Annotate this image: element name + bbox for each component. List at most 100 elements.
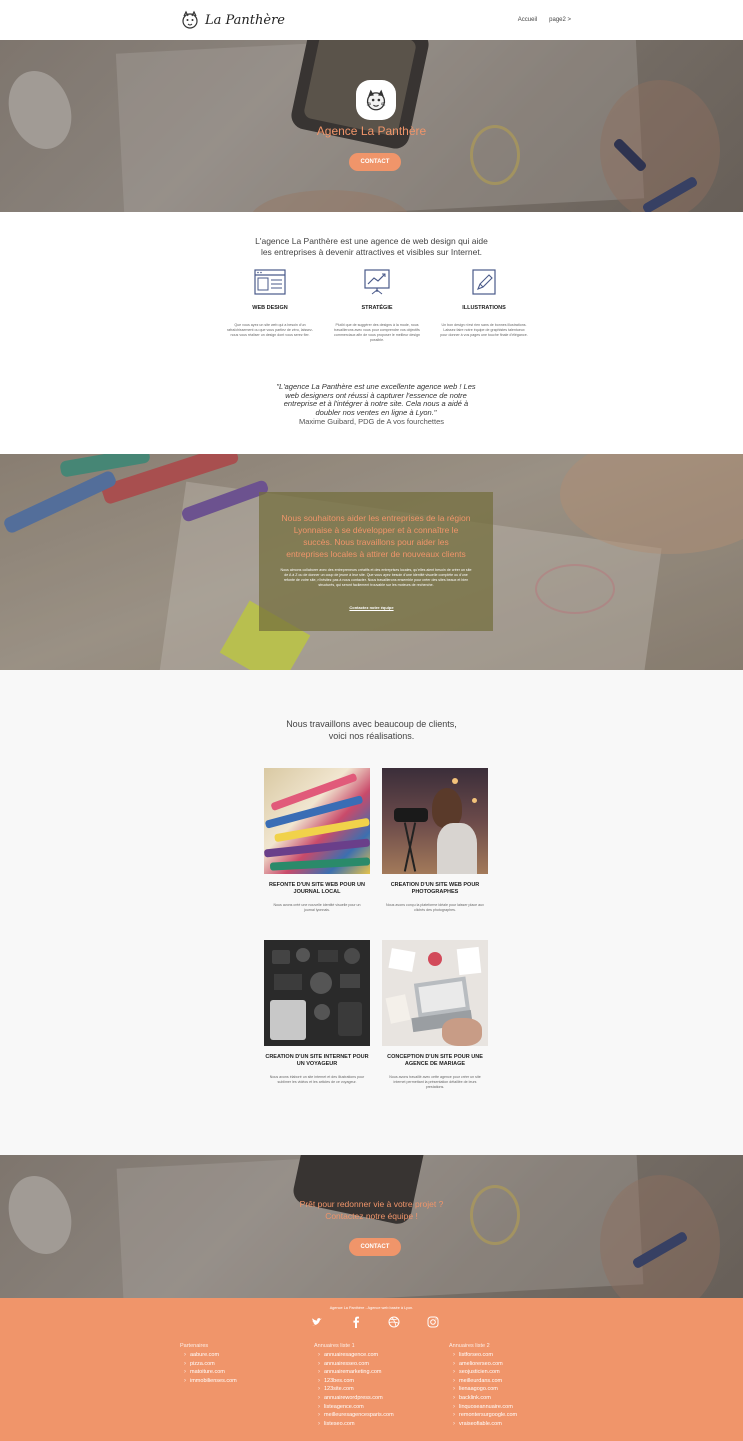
pencil-icon — [472, 269, 496, 295]
footer-link[interactable]: annuairesseo.com — [314, 1360, 394, 1369]
nav-link-page2[interactable]: page2 > — [549, 17, 571, 23]
service-strategie: STRATÉGIE Plutôt que de suggérer des des… — [329, 268, 425, 343]
panther-logo-icon — [182, 10, 198, 29]
mission-title-line: Nous souhaitons aider les entreprises de… — [281, 513, 471, 523]
quote-line: doubler nos ventes en ligne à Lyon." — [315, 407, 437, 417]
cta-title-line: Prêt pour redonner vie à votre projet ? — [299, 1199, 444, 1209]
brand-name: La Panthère — [205, 12, 285, 28]
footer-link[interactable]: 123bes.com — [314, 1377, 394, 1386]
portfolio-card-text: Nous avons travaillé avec cette agence p… — [389, 1075, 481, 1089]
facebook-icon[interactable] — [349, 1315, 363, 1329]
footer-link[interactable]: remontersurgoogle.com — [449, 1411, 517, 1420]
instagram-icon[interactable] — [426, 1315, 440, 1329]
service-illustrations: ILLUSTRATIONS Un bon design n'est rien s… — [436, 268, 532, 343]
footer-link[interactable]: matoiture.com — [180, 1368, 237, 1377]
service-title: ILLUSTRATIONS — [462, 305, 506, 311]
service-text: Plutôt que de suggérer des designs à la … — [334, 323, 420, 342]
footer-link-list: aabure.compizza.commatoiture.comimmobili… — [180, 1351, 237, 1385]
footer-link[interactable]: annuairemarketing.com — [314, 1368, 394, 1377]
footer-link[interactable]: annuairesagence.com — [314, 1351, 394, 1360]
services-row: WEB DESIGN Que vous ayez un site web qui… — [222, 268, 532, 343]
portfolio-title-line: voici nos réalisations. — [328, 731, 415, 741]
portfolio-title: Nous travaillons avec beaucoup de client… — [0, 718, 743, 742]
mission-text: Nous aimons collaborer avec des entrepre… — [280, 568, 472, 587]
twitter-icon[interactable] — [310, 1315, 324, 1329]
service-title: WEB DESIGN — [252, 305, 288, 311]
hero-contact-button[interactable]: CONTACT — [349, 153, 401, 171]
footer-column-title: Annuaires liste 2 — [449, 1343, 490, 1349]
portfolio-image-desk — [382, 940, 488, 1046]
footer-link[interactable]: backlink.com — [449, 1394, 517, 1403]
footer-tagline: Agence La Panthère - Agence web basée à … — [329, 1306, 414, 1310]
portfolio-card-text: Nous avons créé une nouvelle identité vi… — [273, 903, 361, 912]
footer-link[interactable]: annuairewordpress.com — [314, 1394, 394, 1403]
service-title: STRATÉGIE — [361, 305, 393, 311]
footer-link[interactable]: meilleurdans.com — [449, 1377, 517, 1386]
top-navigation: La Panthère Accueil page2 > — [0, 0, 743, 40]
brand-logo[interactable]: La Panthère — [180, 10, 285, 30]
cta-overlay — [0, 1155, 743, 1298]
footer-column-title: Partenaires — [180, 1343, 209, 1349]
footer-link[interactable]: listeseo.com — [314, 1420, 394, 1429]
cta-title-line: Contactez notre équipe ! — [325, 1211, 418, 1221]
footer-column-title: Annuaires liste 1 — [314, 1343, 355, 1349]
cta-title: Prêt pour redonner vie à votre projet ? … — [0, 1198, 743, 1222]
footer-link[interactable]: meilleuresagencesparis.com — [314, 1411, 394, 1420]
social-links — [310, 1315, 440, 1329]
hero-banner: Agence La Panthère — [0, 40, 743, 212]
hero-title: Agence La Panthère — [316, 124, 427, 138]
footer-link[interactable]: pizza.com — [180, 1360, 237, 1369]
footer-link-list: listforseo.comameliorerseo.comseojustici… — [449, 1351, 517, 1428]
service-web-design: WEB DESIGN Que vous ayez un site web qui… — [222, 268, 318, 343]
portfolio-section — [0, 670, 743, 1155]
portfolio-card-title: CONCEPTION D'UN SITE POUR UNE AGENCE DE … — [387, 1054, 483, 1067]
chart-board-icon — [364, 269, 390, 295]
footer-link[interactable]: immobilienses.com — [180, 1377, 237, 1386]
footer-link-list: annuairesagence.comannuairesseo.comannua… — [314, 1351, 394, 1428]
mission-title: Nous souhaitons aider les entreprises de… — [270, 512, 482, 560]
portfolio-card-mariage[interactable]: CONCEPTION D'UN SITE POUR UNE AGENCE DE … — [382, 940, 488, 1090]
footer-link[interactable]: aabure.com — [180, 1351, 237, 1360]
footer-link[interactable]: vraiseofiable.com — [449, 1420, 517, 1429]
portfolio-card-title: REFONTE D'UN SITE WEB POUR UN JOURNAL LO… — [268, 882, 366, 895]
browser-window-icon — [254, 269, 286, 295]
mission-title-line: succès. Nous travaillons pour aider les — [303, 537, 449, 547]
footer-column-annuaires-1: Annuaires liste 1 annuairesagence.comann… — [314, 1343, 394, 1428]
footer-link[interactable]: lienaagogo.com — [449, 1385, 517, 1394]
portfolio-image-magazines — [264, 768, 370, 874]
portfolio-image-photographer — [382, 768, 488, 874]
portfolio-card-voyageur[interactable]: CREATION D'UN SITE INTERNET POUR UN VOYA… — [264, 940, 370, 1085]
footer-column-annuaires-2: Annuaires liste 2 listforseo.comameliore… — [449, 1343, 517, 1428]
portfolio-card-journal[interactable]: REFONTE D'UN SITE WEB POUR UN JOURNAL LO… — [264, 768, 370, 913]
testimonial-author: Maxime Guibard, PDG de A vos fourchettes — [298, 417, 445, 426]
portfolio-card-text: Nous avons élaboré un site internet et d… — [269, 1075, 365, 1084]
mission-title-line: entreprises locales à attirer de nouveau… — [286, 549, 466, 559]
footer-link[interactable]: ameliorerseo.com — [449, 1360, 517, 1369]
portfolio-card-title: CREATION D'UN SITE WEB POUR PHOTOGRAPHES — [390, 882, 480, 895]
nav-link-accueil[interactable]: Accueil — [518, 17, 537, 23]
intro-line-1: L'agence La Panthère est une agence de w… — [255, 236, 488, 246]
footer-link[interactable]: listeagence.com — [314, 1403, 394, 1412]
intro-line-2: les entreprises à devenir attractives et… — [260, 247, 483, 257]
portfolio-title-line: Nous travaillons avec beaucoup de client… — [286, 719, 457, 729]
portfolio-card-text: Nous avons conçu la plateforme idéale po… — [386, 903, 484, 912]
mission-title-line: Lyonnaise à se développer et à connaître… — [293, 525, 459, 535]
footer-link[interactable]: seojusticien.com — [449, 1368, 517, 1377]
service-text: Que vous ayez un site web qui a besoin d… — [226, 323, 314, 337]
cta-banner — [0, 1155, 743, 1298]
footer-link[interactable]: listforseo.com — [449, 1351, 517, 1360]
intro-text: L'agence La Panthère est une agence de w… — [0, 236, 743, 258]
panther-badge-icon — [366, 89, 386, 111]
footer-link[interactable]: linquoseannuaire.com — [449, 1403, 517, 1412]
portfolio-image-gear — [264, 940, 370, 1046]
footer-column-partenaires: Partenaires aabure.compizza.commatoiture… — [180, 1343, 237, 1385]
portfolio-card-photographes[interactable]: CREATION D'UN SITE WEB POUR PHOTOGRAPHES… — [382, 768, 488, 913]
mission-contact-link[interactable]: Contactez notre équipe — [0, 605, 743, 610]
cta-contact-button[interactable]: CONTACT — [349, 1238, 401, 1256]
service-text: Un bon design n'est rien sans de bonnes … — [440, 323, 528, 337]
testimonial-quote: "L'agence La Panthère est une excellente… — [262, 382, 490, 417]
dribbble-icon[interactable] — [387, 1315, 401, 1329]
footer-link[interactable]: 123site.com — [314, 1385, 394, 1394]
hero-logo-badge — [356, 80, 396, 120]
portfolio-card-title: CREATION D'UN SITE INTERNET POUR UN VOYA… — [265, 1054, 369, 1067]
